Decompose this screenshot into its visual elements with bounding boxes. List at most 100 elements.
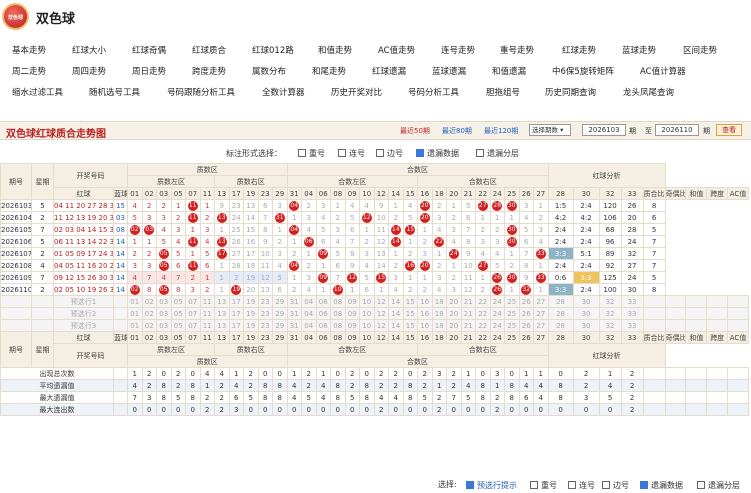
from-period-input[interactable]: 2026103	[582, 124, 626, 136]
nav-link[interactable]: 历史开奖对比	[331, 86, 382, 98]
prediction-number[interactable]: 07	[185, 319, 201, 332]
prediction-number[interactable]: 22	[475, 307, 491, 320]
prediction-number[interactable]: 31	[286, 319, 302, 332]
prediction-number[interactable]: 31	[286, 295, 302, 308]
prediction-number[interactable]: 02	[141, 295, 157, 308]
query-button[interactable]: 查看	[716, 124, 742, 136]
prediction-number[interactable]: 04	[301, 319, 317, 332]
recent-50-link[interactable]: 最近50期	[400, 126, 430, 136]
prediction-number[interactable]: 14	[388, 295, 404, 308]
prediction-number[interactable]: 26	[518, 295, 534, 308]
mark-option-checkbox[interactable]: 重号	[298, 148, 325, 159]
nav-link[interactable]: 和值遗漏	[492, 65, 526, 77]
nav-link[interactable]: 龙头凤尾查询	[623, 86, 674, 98]
prediction-number[interactable]: 32	[598, 295, 622, 308]
prediction-number[interactable]: 03	[156, 307, 172, 320]
prediction-number[interactable]: 12	[373, 319, 389, 332]
prediction-number[interactable]: 09	[344, 307, 360, 320]
nav-link[interactable]: 红球大小	[72, 44, 106, 56]
prediction-number[interactable]: 25	[504, 319, 520, 332]
nav-link[interactable]: 周二走势	[12, 65, 46, 77]
prediction-number[interactable]: 13	[214, 307, 230, 320]
prediction-number[interactable]: 15	[402, 307, 418, 320]
prediction-number[interactable]: 27	[533, 307, 549, 320]
prediction-number[interactable]: 15	[402, 319, 418, 332]
footer-option-checkbox[interactable]: 连号	[568, 480, 595, 491]
nav-link[interactable]: 区间走势	[683, 44, 717, 56]
prediction-number[interactable]: 17	[228, 307, 244, 320]
prediction-number[interactable]: 17	[228, 319, 244, 332]
period-select[interactable]: 选择期数 ▾	[529, 124, 571, 136]
prediction-number[interactable]: 06	[315, 319, 331, 332]
prediction-number[interactable]: 13	[214, 295, 230, 308]
prediction-number[interactable]: 06	[315, 295, 331, 308]
prediction-number[interactable]: 20	[446, 319, 462, 332]
nav-link[interactable]: 重号走势	[500, 44, 534, 56]
prediction-number[interactable]: 27	[533, 319, 549, 332]
footer-option-checkbox[interactable]: 预选行提示	[466, 480, 517, 491]
prediction-number[interactable]: 16	[417, 307, 433, 320]
prediction-number[interactable]: 18	[431, 319, 447, 332]
prediction-number[interactable]: 19	[243, 295, 259, 308]
nav-link[interactable]: 红球走势	[562, 44, 596, 56]
recent-120-link[interactable]: 最近120期	[484, 126, 518, 136]
footer-option-checkbox[interactable]: 边号	[602, 480, 629, 491]
nav-link[interactable]: 历史同期查询	[545, 86, 596, 98]
prediction-number[interactable]: 22	[475, 295, 491, 308]
prediction-number[interactable]: 08	[330, 307, 346, 320]
nav-link[interactable]: 周日走势	[132, 65, 166, 77]
nav-link[interactable]: AC值计算器	[640, 65, 686, 77]
nav-link[interactable]: 周四走势	[72, 65, 106, 77]
nav-link[interactable]: 缩水过滤工具	[12, 86, 63, 98]
nav-link[interactable]: 胆拖组号	[486, 86, 520, 98]
nav-link[interactable]: 随机选号工具	[89, 86, 140, 98]
prediction-number[interactable]: 14	[388, 319, 404, 332]
mark-option-checkbox[interactable]: 遗漏分层	[476, 148, 519, 159]
prediction-number[interactable]: 09	[344, 319, 360, 332]
prediction-number[interactable]: 29	[272, 307, 288, 320]
prediction-number[interactable]: 05	[170, 319, 186, 332]
nav-link[interactable]: 中6保5旋转矩阵	[552, 65, 614, 77]
nav-link[interactable]: 红球012路	[252, 44, 294, 56]
prediction-number[interactable]: 14	[388, 307, 404, 320]
prediction-number[interactable]: 08	[330, 295, 346, 308]
prediction-number[interactable]: 22	[475, 319, 491, 332]
prediction-number[interactable]: 03	[156, 295, 172, 308]
prediction-number[interactable]: 19	[243, 319, 259, 332]
prediction-number[interactable]: 05	[170, 295, 186, 308]
prediction-number[interactable]: 30	[572, 295, 600, 308]
prediction-number[interactable]: 25	[504, 295, 520, 308]
prediction-number[interactable]: 10	[359, 295, 375, 308]
footer-option-checkbox[interactable]: 遗漏数据	[640, 480, 683, 491]
footer-option-checkbox[interactable]: 重号	[530, 480, 557, 491]
prediction-number[interactable]: 12	[373, 295, 389, 308]
prediction-number[interactable]: 07	[185, 295, 201, 308]
prediction-number[interactable]: 20	[446, 307, 462, 320]
prediction-number[interactable]: 24	[489, 307, 505, 320]
prediction-number[interactable]: 06	[315, 307, 331, 320]
mark-option-checkbox[interactable]: 边号	[376, 148, 403, 159]
prediction-number[interactable]: 05	[170, 307, 186, 320]
recent-80-link[interactable]: 最近80期	[442, 126, 472, 136]
prediction-number[interactable]: 01	[127, 307, 143, 320]
prediction-number[interactable]: 33	[620, 319, 644, 332]
prediction-number[interactable]: 01	[127, 295, 143, 308]
nav-link[interactable]: 属数分布	[252, 65, 286, 77]
prediction-number[interactable]: 10	[359, 319, 375, 332]
nav-link[interactable]: 跨度走势	[192, 65, 226, 77]
prediction-number[interactable]: 12	[373, 307, 389, 320]
prediction-number[interactable]: 02	[141, 319, 157, 332]
prediction-number[interactable]: 08	[330, 319, 346, 332]
prediction-number[interactable]: 04	[301, 307, 317, 320]
prediction-number[interactable]: 10	[359, 307, 375, 320]
prediction-number[interactable]: 11	[199, 295, 215, 308]
prediction-number[interactable]: 07	[185, 307, 201, 320]
prediction-number[interactable]: 30	[572, 319, 600, 332]
prediction-number[interactable]: 19	[243, 307, 259, 320]
prediction-number[interactable]: 23	[257, 295, 273, 308]
prediction-number[interactable]: 15	[402, 295, 418, 308]
prediction-number[interactable]: 01	[127, 319, 143, 332]
nav-link[interactable]: 号码分析工具	[408, 86, 459, 98]
prediction-number[interactable]: 17	[228, 295, 244, 308]
nav-link[interactable]: 连号走势	[441, 44, 475, 56]
